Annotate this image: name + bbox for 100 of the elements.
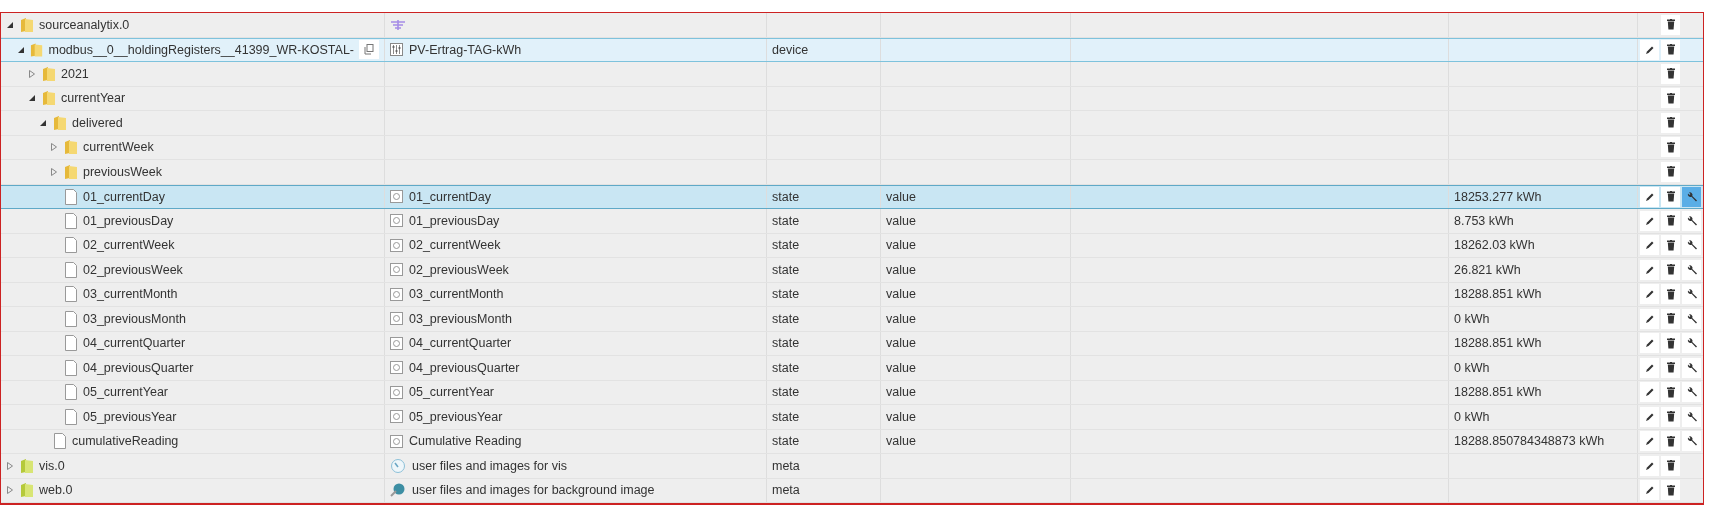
delete-button[interactable] <box>1661 480 1680 501</box>
edit-button[interactable] <box>1640 455 1659 476</box>
delete-button[interactable] <box>1661 88 1680 109</box>
delete-button[interactable] <box>1661 63 1680 84</box>
tree-row[interactable]: 02_currentWeek 02_currentWeek state value 18262.03 kWh <box>1 233 1703 258</box>
wrench-icon <box>1685 361 1698 374</box>
expand-arrow-icon[interactable] <box>6 486 14 495</box>
tree-row[interactable]: previousWeek <box>1 160 1703 185</box>
edit-button[interactable] <box>1640 259 1659 280</box>
edit-button[interactable] <box>1640 210 1659 231</box>
tree-row[interactable]: sourceanalytix.0 <box>1 13 1703 38</box>
edit-button[interactable] <box>1640 431 1659 452</box>
wrench-icon <box>1685 312 1698 325</box>
edit-button[interactable] <box>1640 480 1659 501</box>
delete-button[interactable] <box>1661 186 1680 207</box>
object-value: 18288.851 kWh <box>1454 385 1542 400</box>
tree-row[interactable]: 04_previousQuarter 04_previousQuarter state value 0 kWh <box>1 356 1703 381</box>
delete-button[interactable] <box>1661 112 1680 133</box>
trash-icon <box>1666 386 1675 398</box>
tree-row[interactable]: 03_currentMonth 03_currentMonth state value 18288.851 kWh <box>1 282 1703 307</box>
delete-button[interactable] <box>1661 382 1680 403</box>
delete-button[interactable] <box>1661 235 1680 256</box>
delete-button[interactable] <box>1661 406 1680 427</box>
object-value: 8.753 kWh <box>1454 213 1514 228</box>
settings-button[interactable] <box>1682 382 1701 403</box>
delete-button[interactable] <box>1661 357 1680 378</box>
edit-button[interactable] <box>1640 308 1659 329</box>
tree-row[interactable]: 2021 <box>1 62 1703 87</box>
settings-button[interactable] <box>1682 210 1701 231</box>
trash-icon <box>1666 19 1675 31</box>
tree-row[interactable]: 05_previousYear 05_previousYear state value 0 kWh <box>1 405 1703 430</box>
object-id: 04_currentQuarter <box>83 336 186 351</box>
trash-icon <box>1666 362 1675 374</box>
adapter-icon <box>390 18 406 31</box>
object-name: 04_previousQuarter <box>409 360 520 375</box>
delete-button[interactable] <box>1661 161 1680 182</box>
edit-button[interactable] <box>1640 333 1659 354</box>
tree-row[interactable]: 05_currentYear 05_currentYear state value 18288.851 kWh <box>1 380 1703 405</box>
tree-row[interactable]: 03_previousMonth 03_previousMonth state value 0 kWh <box>1 307 1703 332</box>
tree-row[interactable]: 01_currentDay 01_currentDay state value 18253.277 kWh <box>1 184 1703 209</box>
collapse-arrow-icon[interactable] <box>39 118 47 127</box>
edit-button[interactable] <box>1640 284 1659 305</box>
object-name: user files and images for background image <box>412 483 655 498</box>
expand-arrow-icon[interactable] <box>6 461 14 470</box>
expand-arrow-icon[interactable] <box>28 69 36 78</box>
copy-icon[interactable] <box>364 44 374 56</box>
settings-button[interactable] <box>1682 357 1701 378</box>
settings-button[interactable] <box>1682 333 1701 354</box>
object-name: 04_currentQuarter <box>409 336 512 351</box>
settings-button[interactable] <box>1682 431 1701 452</box>
delete-button[interactable] <box>1661 308 1680 329</box>
expand-arrow-icon[interactable] <box>50 143 58 152</box>
pencil-icon <box>1644 215 1655 226</box>
settings-button[interactable] <box>1682 406 1701 427</box>
delete-button[interactable] <box>1661 455 1680 476</box>
delete-button[interactable] <box>1661 210 1680 231</box>
object-role: value <box>886 336 916 351</box>
pencil-icon <box>1644 485 1655 496</box>
collapse-arrow-icon[interactable] <box>16 45 25 54</box>
object-type: state <box>772 262 800 277</box>
edit-button[interactable] <box>1640 382 1659 403</box>
object-id: 05_currentYear <box>83 385 169 400</box>
edit-button[interactable] <box>1640 39 1659 60</box>
wrench-icon <box>1685 410 1698 423</box>
tree-row[interactable]: 01_previousDay 01_previousDay state value 8.753 kWh <box>1 209 1703 234</box>
edit-button[interactable] <box>1640 406 1659 427</box>
object-id: delivered <box>72 115 123 130</box>
object-id: 2021 <box>61 66 89 81</box>
delete-button[interactable] <box>1661 284 1680 305</box>
delete-button[interactable] <box>1661 333 1680 354</box>
tree-row[interactable]: web.0 user files and images for background image meta <box>1 478 1703 503</box>
tree-row[interactable]: modbus__0__holdingRegisters__41399_WR-KOSTAL- PV-Ertrag-TAG-kWh device <box>1 37 1703 62</box>
tree-row[interactable]: vis.0 user files and images for vis meta <box>1 454 1703 479</box>
trash-icon <box>1666 313 1675 325</box>
edit-button[interactable] <box>1640 235 1659 256</box>
collapse-arrow-icon[interactable] <box>6 20 14 29</box>
object-role: value <box>886 189 916 204</box>
delete-button[interactable] <box>1661 137 1680 158</box>
tree-row[interactable]: currentYear <box>1 86 1703 111</box>
tree-row[interactable]: currentWeek <box>1 135 1703 160</box>
collapse-arrow-icon[interactable] <box>28 94 36 103</box>
expand-arrow-icon[interactable] <box>50 167 58 176</box>
object-type: state <box>772 385 800 400</box>
tree-row[interactable]: 04_currentQuarter 04_currentQuarter state value 18288.851 kWh <box>1 331 1703 356</box>
object-role: value <box>886 213 916 228</box>
delete-button[interactable] <box>1661 39 1680 60</box>
settings-button[interactable] <box>1682 186 1701 207</box>
state-icon <box>390 263 403 277</box>
settings-button[interactable] <box>1682 235 1701 256</box>
delete-button[interactable] <box>1661 14 1680 35</box>
settings-button[interactable] <box>1682 284 1701 305</box>
edit-button[interactable] <box>1640 357 1659 378</box>
tree-row[interactable]: cumulativeReading Cumulative Reading state value 18288.850784348873 kWh <box>1 429 1703 454</box>
tree-row[interactable]: delivered <box>1 111 1703 136</box>
tree-row[interactable]: 02_previousWeek 02_previousWeek state value 26.821 kWh <box>1 258 1703 283</box>
settings-button[interactable] <box>1682 308 1701 329</box>
delete-button[interactable] <box>1661 431 1680 452</box>
edit-button[interactable] <box>1640 186 1659 207</box>
delete-button[interactable] <box>1661 259 1680 280</box>
settings-button[interactable] <box>1682 259 1701 280</box>
